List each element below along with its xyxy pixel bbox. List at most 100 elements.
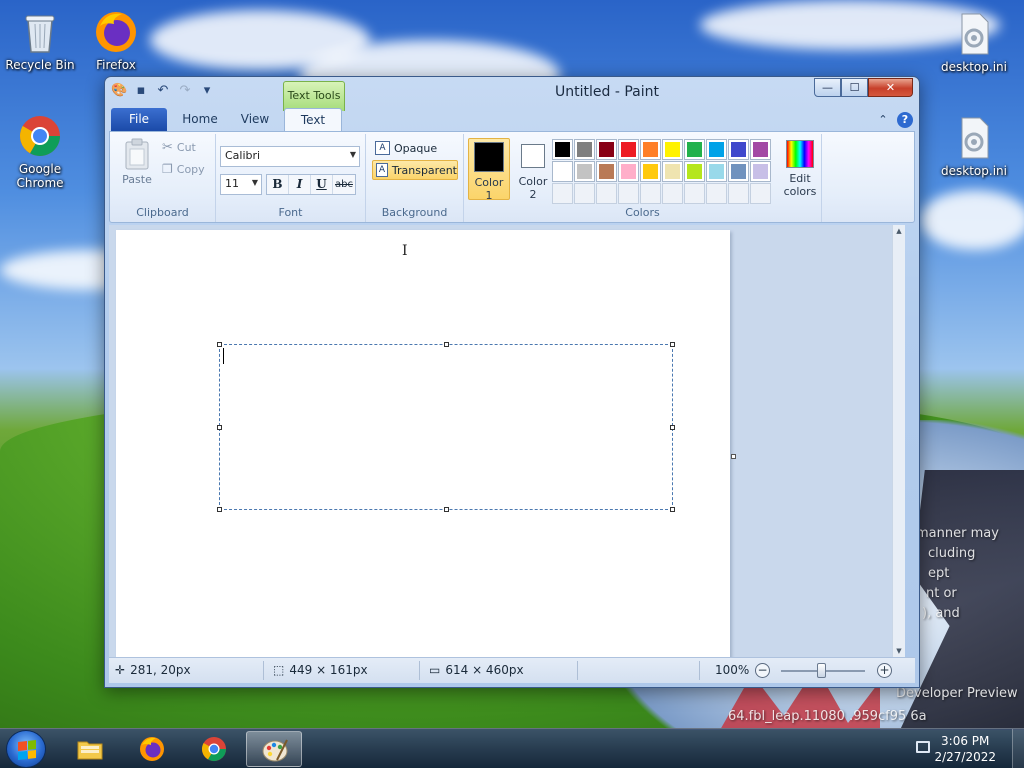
paste-button[interactable]: Paste [118, 138, 156, 186]
taskbar-paint[interactable] [246, 731, 302, 767]
zoom-in-button[interactable]: + [877, 663, 892, 678]
custom-color-slot[interactable] [728, 183, 749, 204]
font-size-dropdown[interactable]: 11 ▼ [220, 174, 262, 195]
palette-color-swatch[interactable] [574, 161, 595, 182]
cut-button[interactable]: ✂ Cut [162, 140, 196, 155]
palette-color-swatch[interactable] [574, 139, 595, 160]
help-icon[interactable]: ? [897, 112, 913, 128]
resize-handle[interactable] [217, 425, 222, 430]
palette-color-swatch[interactable] [684, 161, 705, 182]
desktop-icon-google-chrome[interactable]: Google Chrome [0, 112, 80, 190]
palette-color-swatch[interactable] [684, 139, 705, 160]
minimize-button[interactable]: — [814, 78, 841, 97]
vertical-scrollbar[interactable]: ▲ ▼ [892, 225, 905, 657]
taskbar-file-explorer[interactable] [62, 731, 118, 767]
tab-home[interactable]: Home [173, 108, 227, 131]
tab-view[interactable]: View [229, 108, 281, 131]
show-desktop-button[interactable] [1012, 729, 1024, 768]
network-icon[interactable] [916, 741, 930, 753]
resize-handle[interactable] [217, 342, 222, 347]
custom-color-slot[interactable] [706, 183, 727, 204]
watermark-line: nt or [926, 586, 957, 601]
minimize-ribbon-icon[interactable]: ⌃ [875, 112, 891, 128]
palette-color-swatch[interactable] [596, 161, 617, 182]
palette-color-swatch[interactable] [728, 139, 749, 160]
drawing-canvas[interactable]: I [116, 230, 730, 657]
custom-color-slot[interactable] [618, 183, 639, 204]
resize-handle[interactable] [217, 507, 222, 512]
divider [699, 661, 700, 680]
watermark-line: cluding [928, 546, 976, 561]
palette-color-swatch[interactable] [750, 161, 771, 182]
system-clock[interactable]: 3:06 PM 2/27/2022 [934, 733, 996, 765]
palette-color-swatch[interactable] [640, 161, 661, 182]
palette-color-swatch[interactable] [706, 139, 727, 160]
custom-color-slot[interactable] [574, 183, 595, 204]
watermark-line: ept [928, 566, 950, 581]
scroll-down-icon[interactable]: ▼ [893, 645, 905, 657]
clipboard-group: Paste ✂ Cut ❐ Copy Clipboard [110, 134, 216, 222]
zoom-slider-thumb[interactable] [817, 663, 826, 678]
color-1-button[interactable]: Color 1 [468, 138, 510, 202]
palette-color-swatch[interactable] [662, 139, 683, 160]
resize-handle[interactable] [444, 507, 449, 512]
taskbar-google-chrome[interactable] [186, 731, 242, 767]
desktop-icon-desktop-ini[interactable]: desktop.ini [934, 10, 1014, 74]
palette-color-swatch[interactable] [596, 139, 617, 160]
custom-color-slot[interactable] [750, 183, 771, 204]
start-button[interactable] [6, 730, 46, 768]
canvas-resize-handle[interactable] [731, 454, 736, 459]
text-box[interactable] [217, 342, 675, 512]
scroll-up-icon[interactable]: ▲ [893, 225, 905, 237]
desktop-icon-recycle-bin[interactable]: Recycle Bin [0, 8, 80, 72]
resize-handle[interactable] [670, 507, 675, 512]
palette-color-swatch[interactable] [618, 161, 639, 182]
taskbar-firefox[interactable] [124, 731, 180, 767]
palette-color-swatch[interactable] [552, 139, 573, 160]
close-button[interactable]: ✕ [868, 78, 913, 97]
tab-text[interactable]: Text [284, 108, 342, 132]
desktop-icon-label: desktop.ini [941, 60, 1007, 74]
palette-color-swatch[interactable] [552, 161, 573, 182]
font-family-dropdown[interactable]: Calibri ▼ [220, 146, 360, 167]
custom-color-slot[interactable] [640, 183, 661, 204]
opaque-option[interactable]: A Opaque [372, 138, 458, 158]
palette-color-swatch[interactable] [706, 161, 727, 182]
tab-file[interactable]: File [111, 108, 167, 131]
zoom-out-button[interactable]: − [755, 663, 770, 678]
palette-color-swatch[interactable] [640, 139, 661, 160]
bold-button[interactable]: B [267, 175, 289, 194]
desktop-icon-desktop-ini[interactable]: desktop.ini [934, 114, 1014, 178]
title-bar[interactable]: 🎨 ▪ ↶ ↷ ▾ Text Tools Untitled - Paint — … [105, 77, 919, 111]
transparent-option[interactable]: A Transparent [372, 160, 458, 180]
desktop-icon-firefox[interactable]: Firefox [76, 8, 156, 72]
transparent-icon: A [376, 163, 388, 177]
custom-color-slot[interactable] [596, 183, 617, 204]
palette-color-swatch[interactable] [662, 161, 683, 182]
chrome-icon [201, 737, 226, 762]
font-family-value: Calibri [225, 149, 261, 162]
italic-button[interactable]: I [289, 175, 311, 194]
transparent-label: Transparent [391, 163, 457, 177]
resize-handle[interactable] [670, 425, 675, 430]
copy-button[interactable]: ❐ Copy [162, 162, 205, 176]
underline-button[interactable]: U [311, 175, 333, 194]
palette-color-swatch[interactable] [618, 139, 639, 160]
canvas-area[interactable]: I ▲ ▼ [109, 225, 905, 657]
custom-color-slot[interactable] [552, 183, 573, 204]
maximize-button[interactable]: ☐ [841, 78, 868, 97]
ribbon-tab-tools: ⌃ ? [875, 112, 913, 128]
custom-color-slot[interactable] [662, 183, 683, 204]
settings-file-icon [950, 114, 998, 162]
selection-size: ⬚ 449 × 161px [273, 663, 368, 677]
watermark-build-id: 64.fbl_leap.11080 .959cf95 6a [728, 709, 927, 724]
custom-color-slot[interactable] [684, 183, 705, 204]
strikethrough-button[interactable]: abc [333, 175, 355, 194]
resize-handle[interactable] [444, 342, 449, 347]
resize-handle[interactable] [670, 342, 675, 347]
edit-colors-button[interactable]: Edit colors [780, 140, 820, 198]
palette-color-swatch[interactable] [750, 139, 771, 160]
palette-color-swatch[interactable] [728, 161, 749, 182]
settings-file-icon [950, 10, 998, 58]
color-2-button[interactable]: Color 2 [512, 138, 554, 201]
